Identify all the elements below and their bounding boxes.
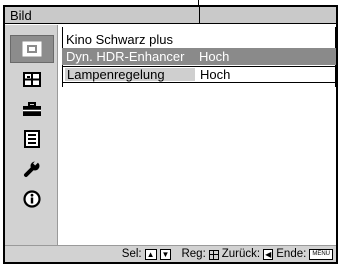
down-key-icon: ▼ xyxy=(159,249,172,260)
info-icon xyxy=(23,190,41,208)
menu-row-lampenregelung[interactable]: Lampenregelung Hoch xyxy=(62,66,336,83)
menu-title-bar: Bild xyxy=(5,7,336,24)
category-sidebar xyxy=(5,25,58,245)
menu-list-icon xyxy=(24,130,40,148)
picture-icon xyxy=(22,41,42,57)
title-divider xyxy=(199,7,200,23)
menu-row-label: Lampenregelung xyxy=(67,67,165,82)
sidebar-item-menu-list[interactable] xyxy=(10,125,54,153)
sidebar-item-toolbox[interactable] xyxy=(10,95,54,123)
sidebar-item-screen[interactable] xyxy=(10,65,54,93)
screen-icon xyxy=(23,71,41,87)
menu-key-icon: MENU xyxy=(309,249,333,260)
back-label: Zurück: xyxy=(221,248,261,260)
enter-key-icon xyxy=(208,249,219,260)
projector-menu: Bild Kino Schwarz plus Dyn. HDR-Enhancer… xyxy=(3,5,338,264)
left-key-icon: ◀ xyxy=(263,249,274,260)
help-footer: Sel: ▲ ▼ Reg: Zurück: ◀ Ende: MENU xyxy=(5,245,336,262)
menu-row-label: Dyn. HDR-Enhancer xyxy=(66,49,185,64)
sidebar-item-setup[interactable] xyxy=(10,155,54,183)
up-key-icon: ▲ xyxy=(144,249,157,260)
menu-row-dyn-hdr-enhancer[interactable]: Dyn. HDR-Enhancer Hoch xyxy=(62,48,336,65)
sidebar-item-picture[interactable] xyxy=(10,35,54,63)
toolbox-icon xyxy=(23,101,41,116)
menu-row-value: Hoch xyxy=(199,49,230,64)
wrench-icon xyxy=(24,160,40,177)
menu-row-value: Hoch xyxy=(200,67,231,82)
sidebar-item-info[interactable] xyxy=(10,185,54,213)
set-label: Reg: xyxy=(181,248,206,260)
menu-title: Bild xyxy=(10,8,32,23)
menu-row-kino-schwarz-plus[interactable]: Kino Schwarz plus xyxy=(62,31,336,48)
settings-panel: Kino Schwarz plus Dyn. HDR-Enhancer Hoch… xyxy=(62,31,336,87)
select-label: Sel: xyxy=(121,248,142,260)
menu-row-label: Kino Schwarz plus xyxy=(66,32,173,47)
end-label: Ende: xyxy=(276,248,307,260)
